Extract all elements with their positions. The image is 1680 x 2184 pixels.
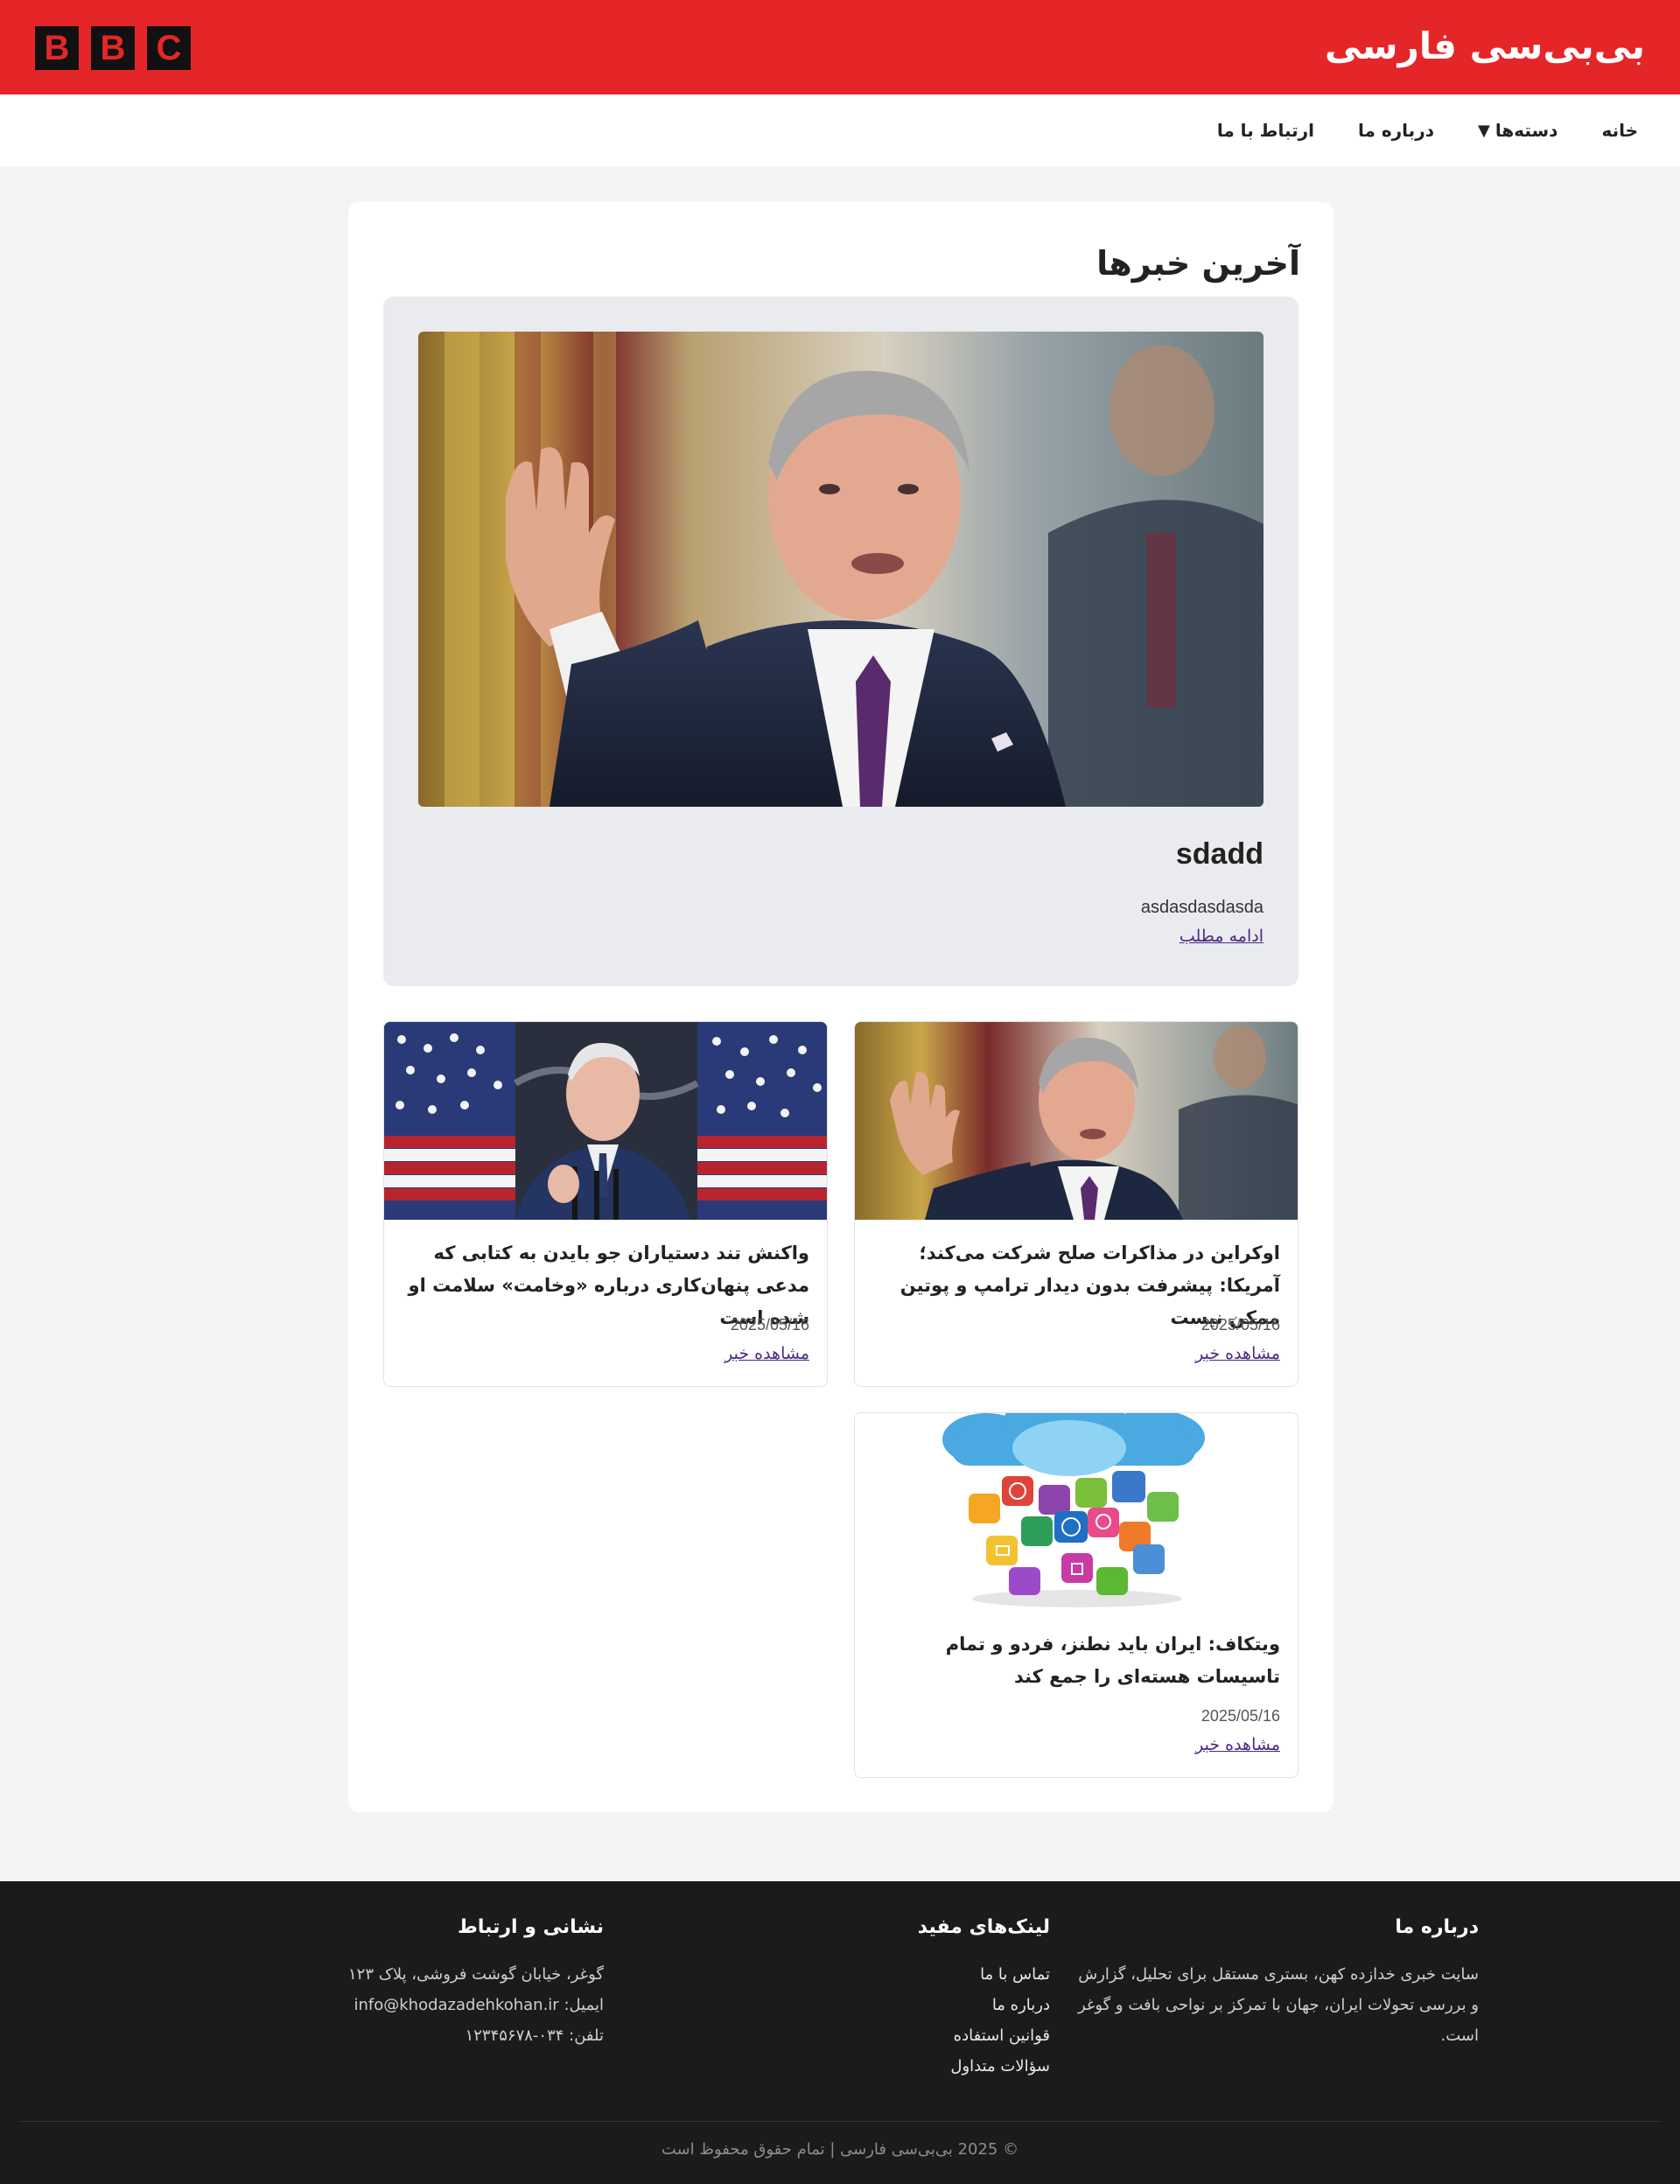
section-title: آخرین خبرها — [1096, 244, 1300, 283]
footer-email: ایمیل: info@khodazadehkohan.ir — [354, 1996, 605, 2014]
site-title[interactable]: بی‌بی‌سی فارسی — [1325, 24, 1645, 67]
nav-item-categories[interactable]: دسته‌ها ▼ — [1478, 120, 1558, 141]
logo-letter: C — [147, 26, 191, 70]
logo-letter: B — [35, 26, 79, 70]
footer-links: لینک‌های مفید تماس با ما درباره ما قوانی… — [788, 1916, 1050, 2082]
news-thumbnail[interactable] — [855, 1413, 1298, 1611]
nav-item-home[interactable]: خانه — [1601, 120, 1638, 141]
featured-summary: asdasdasdasda — [1140, 898, 1264, 917]
footer-phone: تلفن: ۰۳۴-۱۲۳۴۵۶۷۸ — [465, 2026, 604, 2045]
featured-image[interactable] — [418, 332, 1264, 807]
news-thumbnail[interactable] — [384, 1022, 827, 1220]
view-news-link[interactable]: مشاهده خبر — [1195, 1344, 1280, 1363]
man-raising-hand-photo — [855, 1022, 1298, 1220]
footer-heading: درباره ما — [1395, 1916, 1479, 1938]
featured-title[interactable]: sdadd — [1176, 837, 1264, 872]
man-speaking-flags-photo — [384, 1022, 827, 1220]
nav-item-label: درباره ما — [1358, 120, 1434, 141]
view-news-link[interactable]: مشاهده خبر — [724, 1344, 809, 1363]
site-header: B B C بی‌بی‌سی فارسی — [0, 0, 1680, 94]
footer-contact: نشانی و ارتباط گوغر، خیابان گوشت فروشی، … — [192, 1916, 604, 2051]
copyright-text: © 2025 بی‌بی‌سی فارسی | تمام حقوق محفوظ … — [661, 2140, 1019, 2159]
logo-letter: B — [91, 26, 135, 70]
news-card[interactable]: ویتکاف: ایران باید نطنز، فردو و تمام تاس… — [854, 1412, 1298, 1778]
footer-link-faq[interactable]: سؤالات متداول — [788, 2051, 1050, 2082]
nav-item-label: ارتباط با ما — [1216, 120, 1314, 141]
news-date: 2025/05/16 — [1200, 1316, 1280, 1334]
news-headline[interactable]: ویتکاف: ایران باید نطنز، فردو و تمام تاس… — [878, 1628, 1280, 1693]
footer-about-text: سایت خبری خدازده کهن، بستری مستقل برای ت… — [1078, 1965, 1479, 2045]
footer-heading: لینک‌های مفید — [917, 1916, 1050, 1938]
news-card[interactable]: اوکراین در مذاکرات صلح شرکت می‌کند؛ آمری… — [854, 1021, 1298, 1387]
main-nav: خانه دسته‌ها ▼ درباره ما ارتباط با ما — [0, 94, 1680, 166]
read-more-link[interactable]: ادامه مطلب — [1180, 927, 1264, 946]
news-thumbnail[interactable] — [855, 1022, 1298, 1220]
view-news-link[interactable]: مشاهده خبر — [1195, 1735, 1280, 1754]
nav-item-about[interactable]: درباره ما — [1358, 120, 1434, 141]
nav-item-label: خانه — [1601, 120, 1638, 141]
featured-news: sdadd asdasdasdasda ادامه مطلب — [383, 297, 1298, 986]
man-raising-hand-photo — [418, 332, 1264, 807]
footer-about: درباره ما سایت خبری خدازده کهن، بستری مس… — [1068, 1916, 1479, 2051]
site-footer: درباره ما سایت خبری خدازده کهن، بستری مس… — [0, 1881, 1680, 2184]
footer-heading: نشانی و ارتباط — [458, 1916, 604, 1938]
news-container: آخرین خبرها sdadd asdasdasdasda ادامه مط… — [348, 202, 1334, 1812]
caret-down-icon: ▼ — [1477, 121, 1490, 140]
footer-link-contact[interactable]: تماس با ما — [788, 1959, 1050, 1990]
nav-item-contact[interactable]: ارتباط با ما — [1217, 120, 1314, 141]
bbc-logo[interactable]: B B C — [35, 26, 191, 70]
footer-address: گوغر، خیابان گوشت فروشی، پلاک ۱۲۳ — [347, 1965, 604, 1984]
news-date: 2025/05/16 — [1200, 1707, 1280, 1725]
footer-divider — [19, 2121, 1661, 2122]
footer-link-about[interactable]: درباره ما — [788, 1990, 1050, 2020]
news-card[interactable]: واکنش تند دستیاران جو بایدن به کتابی که … — [383, 1021, 828, 1387]
nav-item-label: دسته‌ها — [1494, 120, 1558, 141]
cloud-apps-illustration — [855, 1413, 1298, 1611]
news-date: 2025/05/16 — [730, 1316, 809, 1334]
footer-link-terms[interactable]: قوانین استفاده — [788, 2020, 1050, 2051]
